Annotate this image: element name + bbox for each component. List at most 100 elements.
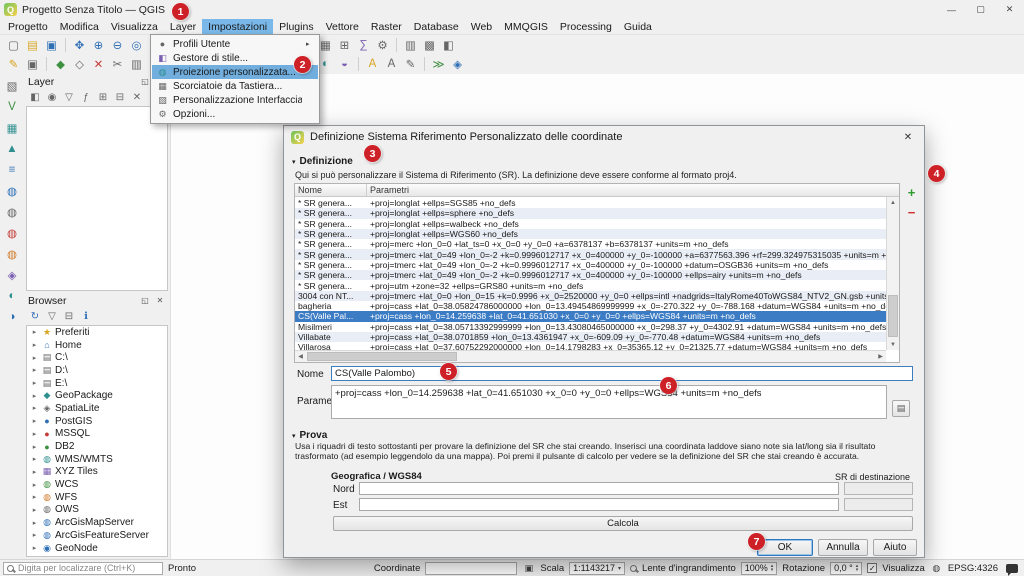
toggle-extents-icon[interactable]: ▣: [522, 562, 535, 575]
browser-item-preferiti[interactable]: ▸ ★ Preferiti: [27, 326, 167, 339]
properties-icon[interactable]: ℹ: [78, 309, 94, 324]
add-delimited-text-icon[interactable]: ≡: [3, 161, 22, 179]
crs-table-row[interactable]: * SR genera... +proj=utm +zone=32 +ellps…: [295, 280, 886, 290]
expander-icon[interactable]: ▸: [30, 506, 39, 514]
float-panel-icon[interactable]: ◱: [139, 296, 151, 305]
browser-item-c-drive[interactable]: ▸ ▤ C:\: [27, 351, 167, 364]
expander-icon[interactable]: ▸: [30, 455, 39, 463]
filter-expression-icon[interactable]: ƒ: [78, 90, 94, 105]
expander-icon[interactable]: ▸: [30, 354, 39, 362]
remove-layer-icon[interactable]: ✕: [129, 90, 145, 105]
vertical-scrollbar[interactable]: ▲ ▼: [886, 197, 899, 350]
layout-manager-icon[interactable]: ▥: [401, 36, 420, 54]
add-spatialite-icon[interactable]: ◍: [3, 203, 22, 221]
map-themes-icon[interactable]: ◉: [44, 90, 60, 105]
menu-database[interactable]: Database: [408, 19, 465, 34]
crs-table-row[interactable]: Villarosa +proj=cass +lat_0=37.607522920…: [295, 342, 886, 350]
add-vector-layer-icon[interactable]: V: [3, 98, 22, 116]
browser-item-db2[interactable]: ▸ ● DB2: [27, 440, 167, 453]
parametri-textarea[interactable]: +proj=cass +lon_0=14.259638 +lat_0=41.65…: [331, 385, 887, 419]
menu-vettore[interactable]: Vettore: [320, 19, 365, 34]
label-tool-icon[interactable]: A: [363, 55, 382, 73]
python-console-icon[interactable]: ≫: [429, 55, 448, 73]
browser-item-spatialite[interactable]: ▸ ◈ SpatiaLite: [27, 402, 167, 415]
expand-all-icon[interactable]: ⊞: [95, 90, 111, 105]
browser-item-postgis[interactable]: ▸ ● PostGIS: [27, 415, 167, 428]
remove-crs-button[interactable]: −: [903, 204, 920, 220]
crs-table-row[interactable]: * SR genera... +proj=longlat +ellps=WGS6…: [295, 229, 886, 239]
menu-item-proiezione-personalizzata[interactable]: ◍ Proiezione personalizzata...: [152, 65, 318, 79]
menu-guida[interactable]: Guida: [618, 19, 658, 34]
browser-item-d-drive[interactable]: ▸ ▤ D:\: [27, 364, 167, 377]
expander-icon[interactable]: ▸: [30, 544, 39, 552]
layer-styling-icon[interactable]: ◧: [27, 90, 43, 105]
expander-icon[interactable]: ▸: [30, 519, 39, 527]
add-raster-layer-icon[interactable]: ▦: [3, 119, 22, 137]
messages-icon[interactable]: [1006, 564, 1018, 573]
browser-item-ows[interactable]: ▸ ◍ OWS: [27, 504, 167, 517]
add-oracle-icon[interactable]: ◍: [3, 245, 22, 263]
zoom-in-icon[interactable]: ⊕: [89, 36, 108, 54]
menu-item-personalizzazione-interfaccia[interactable]: ▧ Personalizzazione Interfaccia...: [152, 93, 318, 107]
spinner-arrows-icon[interactable]: ▴▾: [856, 564, 859, 573]
locator-search-input[interactable]: Digita per localizzare (Ctrl+K): [3, 562, 163, 575]
expander-icon[interactable]: ▸: [30, 328, 39, 336]
menu-item-opzioni[interactable]: ⚙ Opzioni...: [152, 107, 318, 121]
crs-table-row[interactable]: Villabate +proj=cass +lat_0=38.0701859 +…: [295, 332, 886, 342]
scroll-right-icon[interactable]: ▶: [875, 351, 886, 362]
field-calculator-icon[interactable]: ⊞: [335, 36, 354, 54]
nord-input[interactable]: [359, 482, 839, 495]
add-mssql-icon[interactable]: ◍: [3, 224, 22, 242]
browser-item-geonode[interactable]: ▸ ◉ GeoNode: [27, 542, 167, 555]
browser-item-geopackage[interactable]: ▸ ◆ GeoPackage: [27, 389, 167, 402]
menu-item-profili-utente[interactable]: ● Profili Utente ▸: [152, 37, 318, 51]
est-input[interactable]: [359, 498, 839, 511]
add-wfs-icon[interactable]: ◑: [3, 308, 22, 326]
column-header-nome[interactable]: Nome: [295, 184, 367, 196]
expander-icon[interactable]: ▸: [30, 404, 39, 412]
crs-table-row[interactable]: 3004 con NT... +proj=tmerc +lat_0=0 +lon…: [295, 291, 886, 301]
spinner-arrows-icon[interactable]: ▴▾: [771, 564, 774, 573]
menu-layer[interactable]: Layer: [164, 19, 202, 34]
expander-icon[interactable]: ▸: [30, 531, 39, 539]
processing-toolbox-icon[interactable]: ⚙: [373, 36, 392, 54]
browser-item-arcgis-map[interactable]: ▸ ◍ ArcGisMapServer: [27, 516, 167, 529]
scroll-down-icon[interactable]: ▼: [887, 339, 899, 350]
menu-mmqgis[interactable]: MMQGIS: [498, 19, 554, 34]
column-header-parametri[interactable]: Parametri: [367, 184, 899, 196]
open-project-icon[interactable]: ▤: [23, 36, 42, 54]
crs-table-row[interactable]: * SR genera... +proj=tmerc +lat_0=49 +lo…: [295, 249, 886, 259]
collapse-all-icon[interactable]: ⊟: [112, 90, 128, 105]
browser-item-wcs[interactable]: ▸ ◍ WCS: [27, 478, 167, 491]
scroll-left-icon[interactable]: ◀: [295, 351, 306, 362]
menu-progetto[interactable]: Progetto: [2, 19, 54, 34]
expander-icon[interactable]: ▸: [30, 392, 39, 400]
browser-item-xyz[interactable]: ▸ ▦ XYZ Tiles: [27, 466, 167, 479]
save-project-icon[interactable]: ▣: [42, 36, 61, 54]
browser-item-e-drive[interactable]: ▸ ▤ E:\: [27, 377, 167, 390]
crs-status[interactable]: EPSG:4326: [948, 563, 998, 574]
expander-icon[interactable]: ▸: [30, 379, 39, 387]
add-mesh-layer-icon[interactable]: ▲: [3, 140, 22, 158]
expander-icon[interactable]: ▸: [30, 366, 39, 374]
rotation-spinbox[interactable]: 0,0 ° ▴▾: [830, 562, 862, 575]
layer-tree[interactable]: [26, 106, 168, 291]
expander-icon[interactable]: ▸: [30, 417, 39, 425]
save-edits-icon[interactable]: ▣: [23, 55, 42, 73]
crs-table-row[interactable]: * SR genera... +proj=tmerc +lat_0=49 +lo…: [295, 260, 886, 270]
collapse-all-icon[interactable]: ⊟: [61, 309, 77, 324]
menu-modifica[interactable]: Modifica: [54, 19, 105, 34]
menu-raster[interactable]: Raster: [365, 19, 408, 34]
expander-icon[interactable]: ▸: [30, 341, 39, 349]
new-print-layout-icon[interactable]: ▩: [420, 36, 439, 54]
filter-legend-icon[interactable]: ▽: [61, 90, 77, 105]
zoom-full-icon[interactable]: ◎: [127, 36, 146, 54]
annulla-button[interactable]: Annulla: [818, 539, 868, 556]
label-settings-icon[interactable]: A: [382, 55, 401, 73]
cut-features-icon[interactable]: ✂: [108, 55, 127, 73]
expander-icon[interactable]: ▸: [30, 481, 39, 489]
menu-web[interactable]: Web: [465, 19, 498, 34]
calcola-button[interactable]: Calcola: [333, 516, 913, 531]
add-xyz-layer-icon[interactable]: ◒: [335, 55, 354, 73]
new-project-icon[interactable]: ▢: [4, 36, 23, 54]
